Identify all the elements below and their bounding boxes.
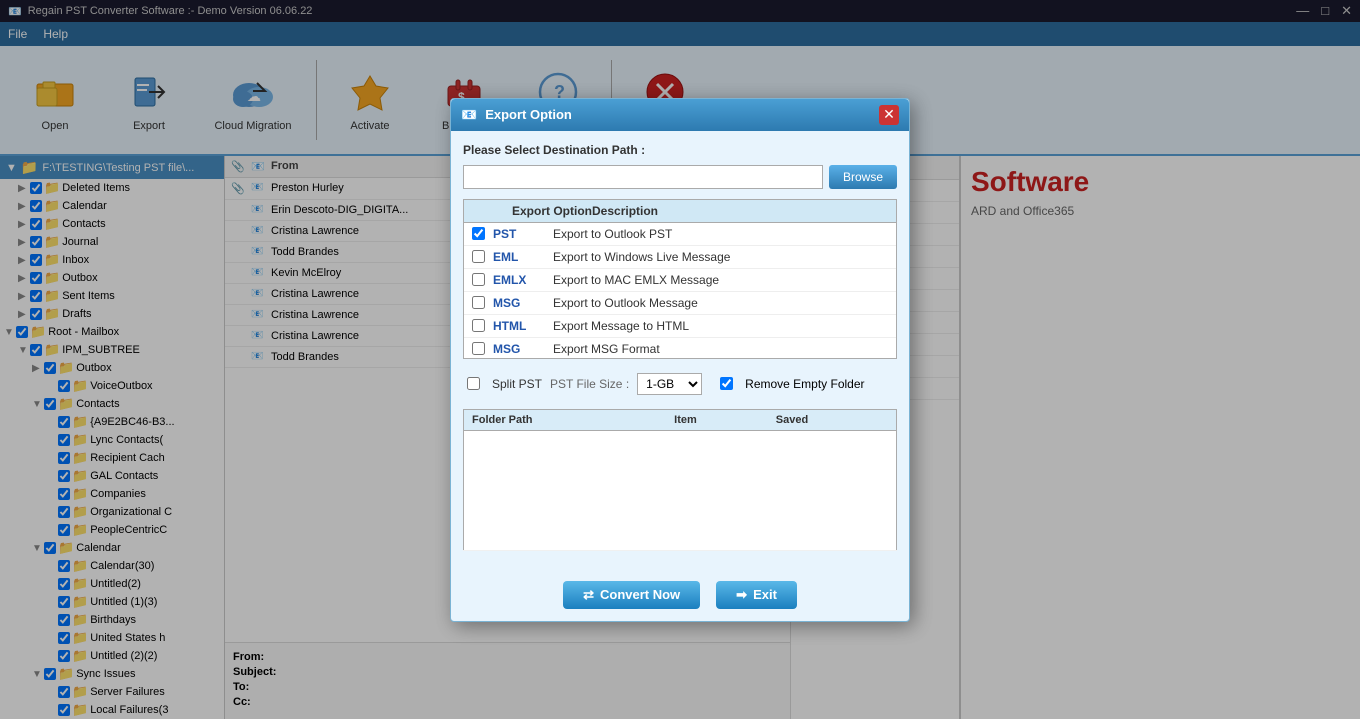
export-option-row[interactable]: EML Export to Windows Live Message — [464, 246, 896, 269]
destination-label: Please Select Destination Path : — [463, 143, 897, 157]
export-option-modal: 📧 Export Option ✕ Please Select Destinat… — [450, 98, 910, 622]
saved-col-header: Saved — [768, 409, 897, 430]
folder-path-table: Folder Path Item Saved — [463, 409, 897, 551]
folder-path-col-header: Folder Path — [464, 409, 667, 430]
export-opt-desc: Export to Outlook Message — [553, 296, 888, 310]
modal-icon: 📧 — [461, 107, 477, 123]
folder-path-body — [464, 430, 897, 550]
export-opt-desc: Export Message to HTML — [553, 319, 888, 333]
export-opt-name: EML — [493, 250, 553, 264]
modal-exit-label: Exit — [753, 587, 777, 602]
modal-title-left: 📧 Export Option — [461, 107, 572, 123]
export-opt-desc: Export to Windows Live Message — [553, 250, 888, 264]
convert-now-label: Convert Now — [600, 587, 680, 602]
file-size-label: PST File Size : — [550, 377, 629, 391]
item-col-header: Item — [666, 409, 768, 430]
export-opt-name: MSG — [493, 342, 553, 356]
export-opt-desc: Export to Outlook PST — [553, 227, 888, 241]
export-option-checkbox[interactable] — [472, 250, 485, 263]
exit-arrow-icon: ➡ — [736, 587, 747, 603]
split-pst-row: Split PST PST File Size : 1-GB2-GB5-GB10… — [463, 369, 897, 399]
export-option-col-header: Export Option — [512, 204, 592, 218]
modal-body: Please Select Destination Path : Browse … — [451, 131, 909, 573]
browse-button[interactable]: Browse — [829, 165, 897, 189]
remove-empty-checkbox[interactable] — [720, 377, 733, 390]
modal-titlebar: 📧 Export Option ✕ — [451, 99, 909, 131]
export-options-container: Export Option Description PST Export to … — [463, 199, 897, 359]
export-option-checkbox[interactable] — [472, 319, 485, 332]
modal-exit-button[interactable]: ➡ Exit — [716, 581, 797, 609]
export-options-rows: PST Export to Outlook PST EML Export to … — [464, 223, 896, 359]
export-opt-name: HTML — [493, 319, 553, 333]
export-opt-name: EMLX — [493, 273, 553, 287]
export-opt-name: MSG — [493, 296, 553, 310]
modal-close-button[interactable]: ✕ — [879, 105, 899, 125]
export-option-row[interactable]: MSG Export to Outlook Message — [464, 292, 896, 315]
remove-empty-label: Remove Empty Folder — [745, 377, 864, 391]
destination-row: Browse — [463, 165, 897, 189]
export-opt-desc: Export to MAC EMLX Message — [553, 273, 888, 287]
export-opt-desc: Export MSG Format — [553, 342, 888, 356]
modal-title: Export Option — [485, 107, 572, 122]
convert-arrow-icon: ⇄ — [583, 587, 594, 603]
convert-now-button[interactable]: ⇄ Convert Now — [563, 581, 700, 609]
export-option-checkbox[interactable] — [472, 227, 485, 240]
destination-input[interactable] — [463, 165, 823, 189]
export-option-checkbox[interactable] — [472, 296, 485, 309]
export-option-row[interactable]: EMLX Export to MAC EMLX Message — [464, 269, 896, 292]
modal-footer: ⇄ Convert Now ➡ Exit — [451, 573, 909, 621]
export-options-header: Export Option Description — [464, 200, 896, 223]
export-option-row[interactable]: MSG Export MSG Format — [464, 338, 896, 359]
export-option-checkbox[interactable] — [472, 273, 485, 286]
export-option-row[interactable]: HTML Export Message to HTML — [464, 315, 896, 338]
split-pst-label: Split PST — [492, 377, 542, 391]
export-option-row[interactable]: PST Export to Outlook PST — [464, 223, 896, 246]
modal-overlay: 📧 Export Option ✕ Please Select Destinat… — [0, 0, 1360, 719]
split-pst-checkbox[interactable] — [467, 377, 480, 390]
export-opt-name: PST — [493, 227, 553, 241]
file-size-select[interactable]: 1-GB2-GB5-GB10-GB — [637, 373, 702, 395]
export-option-checkbox[interactable] — [472, 342, 485, 355]
export-desc-col-header: Description — [592, 204, 658, 218]
